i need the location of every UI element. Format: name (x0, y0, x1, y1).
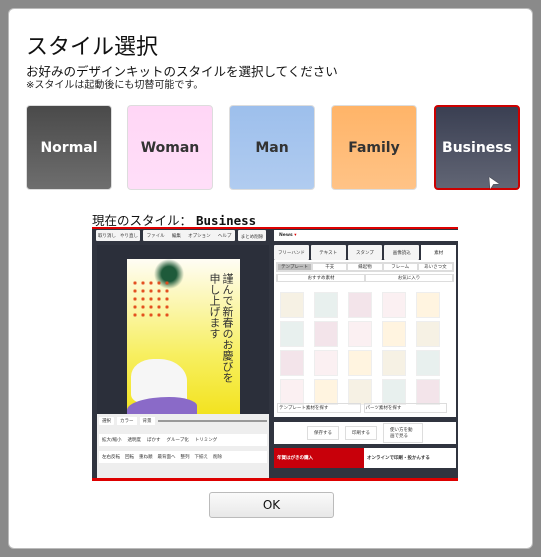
material-thumbnail (280, 350, 304, 376)
card-greeting: 謹んで新春のお慶びを申し上げます (208, 273, 234, 383)
style-button-man[interactable]: Man (229, 105, 315, 190)
material-thumbnail (416, 292, 440, 318)
material-thumbnail (382, 321, 406, 347)
material-thumbnail (382, 292, 406, 318)
style-button-woman[interactable]: Woman (127, 105, 213, 190)
dialog-title: スタイル選択 (26, 35, 159, 60)
material-thumbnail (348, 350, 372, 376)
material-thumbnail (382, 379, 406, 405)
undo-button: 取り消し (98, 233, 116, 239)
menu-option: オプション (188, 233, 211, 239)
material-thumbnail (314, 350, 338, 376)
style-button-family[interactable]: Family (331, 105, 417, 190)
material-thumbnail (348, 321, 372, 347)
menu-edit: 編集 (171, 233, 181, 239)
news-bar: News ▾ (274, 230, 458, 241)
material-tabs: フリーハンド テキスト スタンプ 画像読込 素材 (274, 245, 456, 260)
style-preview-image: 取り消し やり直し ファイル 編集 オプション ヘルプ まとめ削除 News ▾ 謹んで… (92, 227, 458, 481)
action-buttons: 保存する 印刷する 使い方を動画で見る (274, 422, 456, 444)
material-thumbnail (280, 379, 304, 405)
material-thumbnail (314, 379, 338, 405)
menu-file: ファイル (146, 233, 165, 239)
material-thumbnail (280, 292, 304, 318)
material-thumbnail (348, 379, 372, 405)
current-style-label: 現在のスタイル： (92, 213, 193, 228)
material-grid: テンプレート 干支 縁起物 フレーム あいさつ文 おすすめ素材 お気に入り テンプレート素… (274, 260, 456, 417)
menu-help: ヘルプ (217, 233, 232, 239)
material-thumbnail (382, 350, 406, 376)
material-thumbnail (416, 350, 440, 376)
material-thumbnail (280, 321, 304, 347)
ok-button[interactable]: OK (209, 492, 334, 518)
material-thumbnail (416, 379, 440, 405)
material-thumbnail (416, 321, 440, 347)
style-button-normal[interactable]: Normal (26, 105, 112, 190)
reset-button: まとめ削除 (238, 230, 266, 241)
material-thumbnail (348, 292, 372, 318)
menu-bar: ファイル 編集 オプション ヘルプ (143, 230, 235, 241)
material-thumbnail (314, 321, 338, 347)
style-button-business[interactable]: Business (434, 105, 520, 190)
dialog-note: ※スタイルは起動後にも切替可能です。 (26, 80, 204, 91)
tool-panel: 選択 カラー 背景 拡大/縮小 透明度 ぼかす グループ化 トリミング 左右反転 回転 重ね順最… (97, 414, 269, 478)
redo-button: やり直し (120, 233, 138, 239)
purchase-banner: 年賀はがきの購入 オンラインで印刷・投かんする (274, 448, 456, 468)
undo-redo-group: 取り消し やり直し (96, 230, 140, 241)
material-thumbnail (314, 292, 338, 318)
card-preview: 謹んで新春のお慶びを申し上げます (127, 259, 240, 419)
style-select-dialog: スタイル選択 お好みのデザインキットのスタイルを選択してください ※スタイルは起… (8, 8, 533, 549)
current-style-value: Business (196, 213, 257, 228)
